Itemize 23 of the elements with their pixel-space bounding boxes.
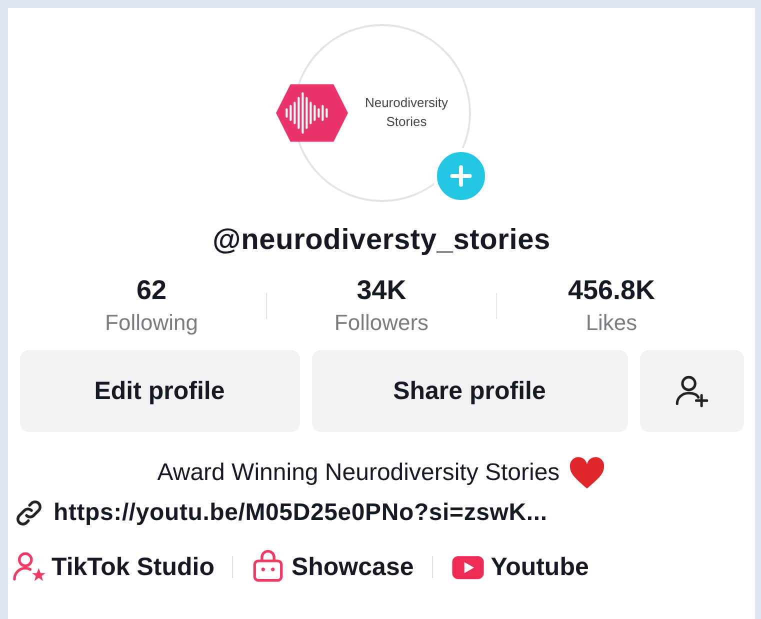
shortcut-link[interactable]: Youtube	[450, 550, 589, 584]
profile-button[interactable]: Share profile	[312, 350, 628, 432]
profile-link[interactable]: https://youtu.be/M05D25e0PNo?si=zswK...	[54, 499, 548, 527]
person-star-icon	[12, 550, 46, 584]
plus-icon	[450, 165, 472, 187]
stat-label: Followers	[333, 310, 430, 336]
add-person-icon	[674, 374, 708, 408]
stat-value: 456.8K	[566, 275, 656, 306]
stat-label: Following	[104, 310, 199, 336]
stat-value: 34K	[356, 275, 408, 306]
logo-icon	[276, 84, 348, 142]
add-friend-button[interactable]	[640, 350, 744, 432]
bio-text: Award Winning Neurodiversity Stories	[157, 459, 560, 487]
heart-icon	[568, 456, 606, 490]
username: @neurodiversty_stories	[212, 224, 550, 257]
bag-icon	[251, 550, 286, 584]
stat-value: 62	[135, 275, 168, 306]
shortcut-link[interactable]: Showcase	[251, 550, 414, 584]
stat-label: Likes	[584, 310, 638, 336]
shortcut-link[interactable]: TikTok Studio	[12, 550, 214, 584]
logo-text: Neurodiversity Stories	[364, 94, 450, 131]
link-icon	[14, 498, 44, 528]
profile-button[interactable]: Edit profile	[20, 350, 300, 432]
